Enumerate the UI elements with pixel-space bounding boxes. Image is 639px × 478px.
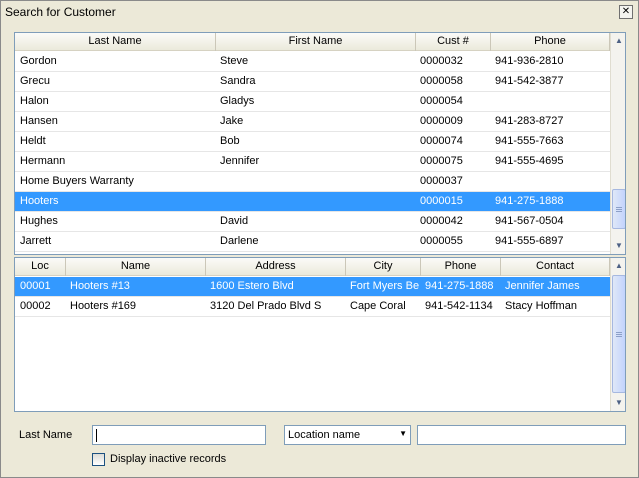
cell-cust-number: 0000074 [420, 135, 463, 147]
window-title: Search for Customer [5, 5, 116, 19]
cell-phone: 941-275-1888 [495, 195, 564, 207]
scroll-down-icon[interactable]: ▼ [611, 238, 625, 254]
column-header-location-phone[interactable]: Phone [421, 258, 501, 276]
column-header-name[interactable]: Name [66, 258, 206, 276]
column-header-address[interactable]: Address [206, 258, 346, 276]
cell-loc: 00001 [20, 280, 51, 292]
location-field-select[interactable]: Location name ▼ [284, 425, 411, 445]
cell-last-name: Grecu [20, 75, 50, 87]
scrollbar-thumb[interactable] [612, 189, 625, 229]
cell-last-name: Jarrett [20, 235, 52, 247]
location-grid[interactable]: Loc Name Address City Phone Contact 0000… [14, 257, 626, 412]
customer-grid[interactable]: Last Name First Name Cust # Phone Gordon… [14, 32, 626, 255]
cell-phone: 941-555-4695 [495, 155, 564, 167]
cell-phone [495, 172, 610, 192]
cell-last-name: Home Buyers Warranty [20, 175, 134, 187]
cell-first-name: Steve [220, 55, 249, 67]
close-button[interactable]: ✕ [619, 5, 633, 19]
cell-first-name: Bob [220, 135, 240, 147]
cell-phone: 941-555-6897 [495, 235, 564, 247]
cell-first-name: Jake [220, 115, 244, 127]
cell-contact: Jennifer James [505, 280, 580, 292]
title-bar: Search for Customer ✕ [1, 1, 638, 23]
inactive-records-label[interactable]: Display inactive records [110, 453, 226, 465]
cell-last-name: Hughes [20, 215, 58, 227]
column-header-phone[interactable]: Phone [491, 33, 610, 51]
cell-phone: 941-567-0504 [495, 215, 564, 227]
column-header-loc[interactable]: Loc [15, 258, 66, 276]
customer-grid-header: Last Name First Name Cust # Phone [15, 33, 610, 51]
customer-row[interactable]: Hughes David 0000042 941-567-0504 [15, 212, 610, 232]
search-customer-dialog: Search for Customer ✕ Last Name First Na… [0, 0, 639, 478]
inactive-records-checkbox[interactable] [92, 453, 105, 466]
cell-phone: 941-555-7663 [495, 135, 564, 147]
column-header-contact[interactable]: Contact [501, 258, 610, 276]
cell-last-name: Hermann [20, 155, 66, 167]
cell-cust-number: 0000054 [420, 95, 463, 107]
cell-first-name [220, 172, 416, 192]
customer-row[interactable]: Hermann Jennifer 0000075 941-555-4695 [15, 152, 610, 172]
cell-location-phone: 941-275-1888 [425, 280, 494, 292]
column-header-city[interactable]: City [346, 258, 421, 276]
cell-cust-number: 0000032 [420, 55, 463, 67]
cell-first-name: Gladys [220, 95, 255, 107]
cell-last-name: Halon [20, 95, 49, 107]
cell-address: 3120 Del Prado Blvd S [210, 300, 322, 312]
scroll-up-icon[interactable]: ▲ [611, 258, 625, 274]
cell-first-name: Jennifer [220, 155, 260, 167]
cell-cust-number: 0000042 [420, 215, 463, 227]
cell-cust-number: 0000055 [420, 235, 463, 247]
chevron-down-icon: ▼ [399, 429, 407, 438]
last-name-input[interactable] [92, 425, 266, 445]
customer-row[interactable]: Halon Gladys 0000054 [15, 92, 610, 112]
scroll-up-icon[interactable]: ▲ [611, 33, 625, 49]
customer-row[interactable]: Jarrett Darlene 0000055 941-555-6897 [15, 232, 610, 252]
cell-cust-number: 0000015 [420, 195, 463, 207]
customer-row[interactable]: Hansen Jake 0000009 941-283-8727 [15, 112, 610, 132]
cell-cust-number: 0000075 [420, 155, 463, 167]
cell-cust-number: 0000037 [420, 175, 463, 187]
cell-last-name: Hansen [20, 115, 58, 127]
cell-location-phone: 941-542-1134 [425, 300, 493, 312]
customer-row[interactable]: Heldt Bob 0000074 941-555-7663 [15, 132, 610, 152]
cell-last-name: Heldt [20, 135, 46, 147]
cell-city: Cape Coral [350, 300, 406, 312]
column-header-cust-number[interactable]: Cust # [416, 33, 491, 51]
cell-first-name: David [220, 215, 249, 227]
location-search-input[interactable] [417, 425, 626, 445]
cell-first-name [220, 192, 416, 212]
text-caret [96, 429, 97, 442]
customer-row[interactable]: Hooters 0000015 941-275-1888 [15, 192, 610, 212]
scroll-down-icon[interactable]: ▼ [611, 395, 625, 411]
location-grid-header: Loc Name Address City Phone Contact [15, 258, 610, 276]
cell-cust-number: 0000009 [420, 115, 463, 127]
cell-loc: 00002 [20, 300, 51, 312]
customer-grid-scrollbar[interactable]: ▲ ▼ [610, 33, 625, 254]
cell-cust-number: 0000058 [420, 75, 463, 87]
location-row[interactable]: 00001 Hooters #13 1600 Estero Blvd Fort Mye… [15, 277, 610, 297]
last-name-label: Last Name [19, 429, 73, 441]
cell-phone: 941-936-2810 [495, 55, 564, 67]
cell-name: Hooters #169 [70, 300, 137, 312]
location-grid-scrollbar[interactable]: ▲ ▼ [610, 258, 625, 411]
cell-phone [495, 92, 610, 112]
cell-phone: 941-283-8727 [495, 115, 564, 127]
column-header-first-name[interactable]: First Name [216, 33, 416, 51]
cell-last-name: Gordon [20, 55, 57, 67]
cell-city: Fort Myers Be [350, 280, 420, 292]
column-header-last-name[interactable]: Last Name [15, 33, 216, 51]
cell-last-name: Hooters [20, 195, 59, 207]
customer-row[interactable]: Gordon Steve 0000032 941-936-2810 [15, 52, 610, 72]
cell-address: 1600 Estero Blvd [210, 280, 294, 292]
cell-first-name: Sandra [220, 75, 256, 87]
cell-contact: Stacy Hoffman [505, 300, 577, 312]
cell-phone: 941-542-3877 [495, 75, 564, 87]
customer-row[interactable]: Grecu Sandra 0000058 941-542-3877 [15, 72, 610, 92]
cell-first-name: Darlene [220, 235, 259, 247]
customer-row[interactable]: Home Buyers Warranty 0000037 [15, 172, 610, 192]
cell-name: Hooters #13 [70, 280, 130, 292]
location-row[interactable]: 00002 Hooters #169 3120 Del Prado Blvd S Ca… [15, 297, 610, 317]
location-select-value: Location name [288, 429, 361, 441]
scrollbar-thumb[interactable] [612, 275, 625, 393]
